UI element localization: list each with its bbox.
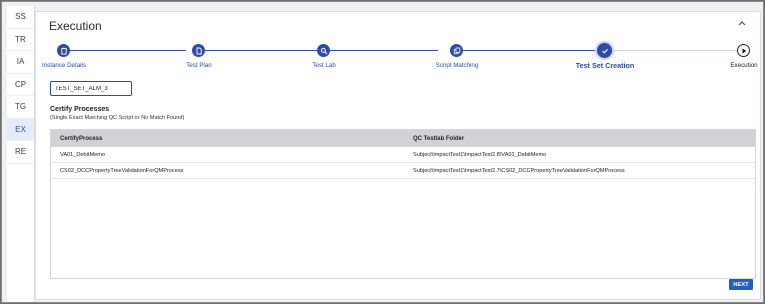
section-subtitle: (Single Exact Matching QC Script or No M… (50, 115, 185, 121)
search-icon (320, 47, 327, 54)
step-connector (205, 50, 317, 51)
sidebar-item-ss[interactable]: SS (7, 6, 34, 29)
step-connector (70, 50, 186, 51)
play-icon (742, 48, 746, 53)
step-label: Script Matching (435, 62, 479, 69)
column-header-certify-process[interactable]: CertifyProcess (51, 136, 404, 142)
sidebar-item-ia[interactable]: IA (7, 51, 34, 74)
copy-icon (453, 47, 460, 54)
step-label: Test Set Creation (575, 61, 635, 70)
certify-processes-table: CertifyProcess QC Testlab Folder VA01_De… (50, 129, 756, 279)
stepper: Instance Details Test Plan Test Lab Scri… (36, 40, 762, 80)
sidebar-item-ex[interactable]: EX (7, 118, 34, 141)
column-header-qc-testlab-folder[interactable]: QC Testlab Folder (404, 136, 755, 142)
step-label: Test Lab (312, 62, 336, 69)
next-button[interactable]: NEXT (729, 279, 753, 290)
step-instance-details[interactable] (57, 44, 70, 57)
table-cell: Subject\ImpactTest1\ImpactTest2.7\CS02_D… (413, 167, 625, 174)
table-row[interactable]: VA01_DebitMemo Subject\ImpactTest1\Impac… (51, 147, 755, 163)
panel-title: Execution (49, 19, 102, 33)
sidebar-item-tg[interactable]: TG (7, 96, 34, 119)
step-test-lab[interactable] (317, 44, 330, 57)
check-icon (601, 48, 608, 54)
step-connector (463, 50, 597, 51)
section-title: Certify Processes (50, 106, 110, 113)
table-cell: Subject\ImpactTest1\ImpactTest2.8\VA01_D… (413, 151, 547, 158)
sidebar-item-re[interactable]: RE (7, 141, 34, 164)
step-test-set-creation[interactable] (597, 43, 612, 58)
step-connector (330, 50, 438, 51)
table-row[interactable]: CS02_DCCPropertyTreeValidationForQMProce… (51, 163, 755, 179)
step-label: Execution (730, 62, 758, 69)
sidebar-item-cp[interactable]: CP (7, 74, 34, 96)
table-cell: VA01_DebitMemo (60, 151, 105, 158)
chevron-up-icon[interactable] (738, 18, 746, 29)
sidebar: SS TR IA CP TG EX RE (7, 6, 35, 302)
document-icon (196, 47, 202, 54)
step-execution[interactable] (737, 44, 750, 57)
step-test-plan[interactable] (192, 44, 205, 57)
step-label: Test Plan (186, 62, 212, 69)
step-script-matching[interactable] (450, 44, 463, 57)
execution-panel: Execution Instance Details Test Plan Tes… (35, 11, 761, 300)
table-header: CertifyProcess QC Testlab Folder (51, 130, 755, 147)
table-cell: CS02_DCCPropertyTreeValidationForQMProce… (60, 167, 184, 174)
sidebar-item-tr[interactable]: TR (7, 29, 34, 51)
test-set-name-input[interactable] (50, 81, 132, 96)
step-connector (612, 50, 737, 51)
step-label: Instance Details (41, 62, 87, 69)
clipboard-icon (60, 47, 67, 54)
